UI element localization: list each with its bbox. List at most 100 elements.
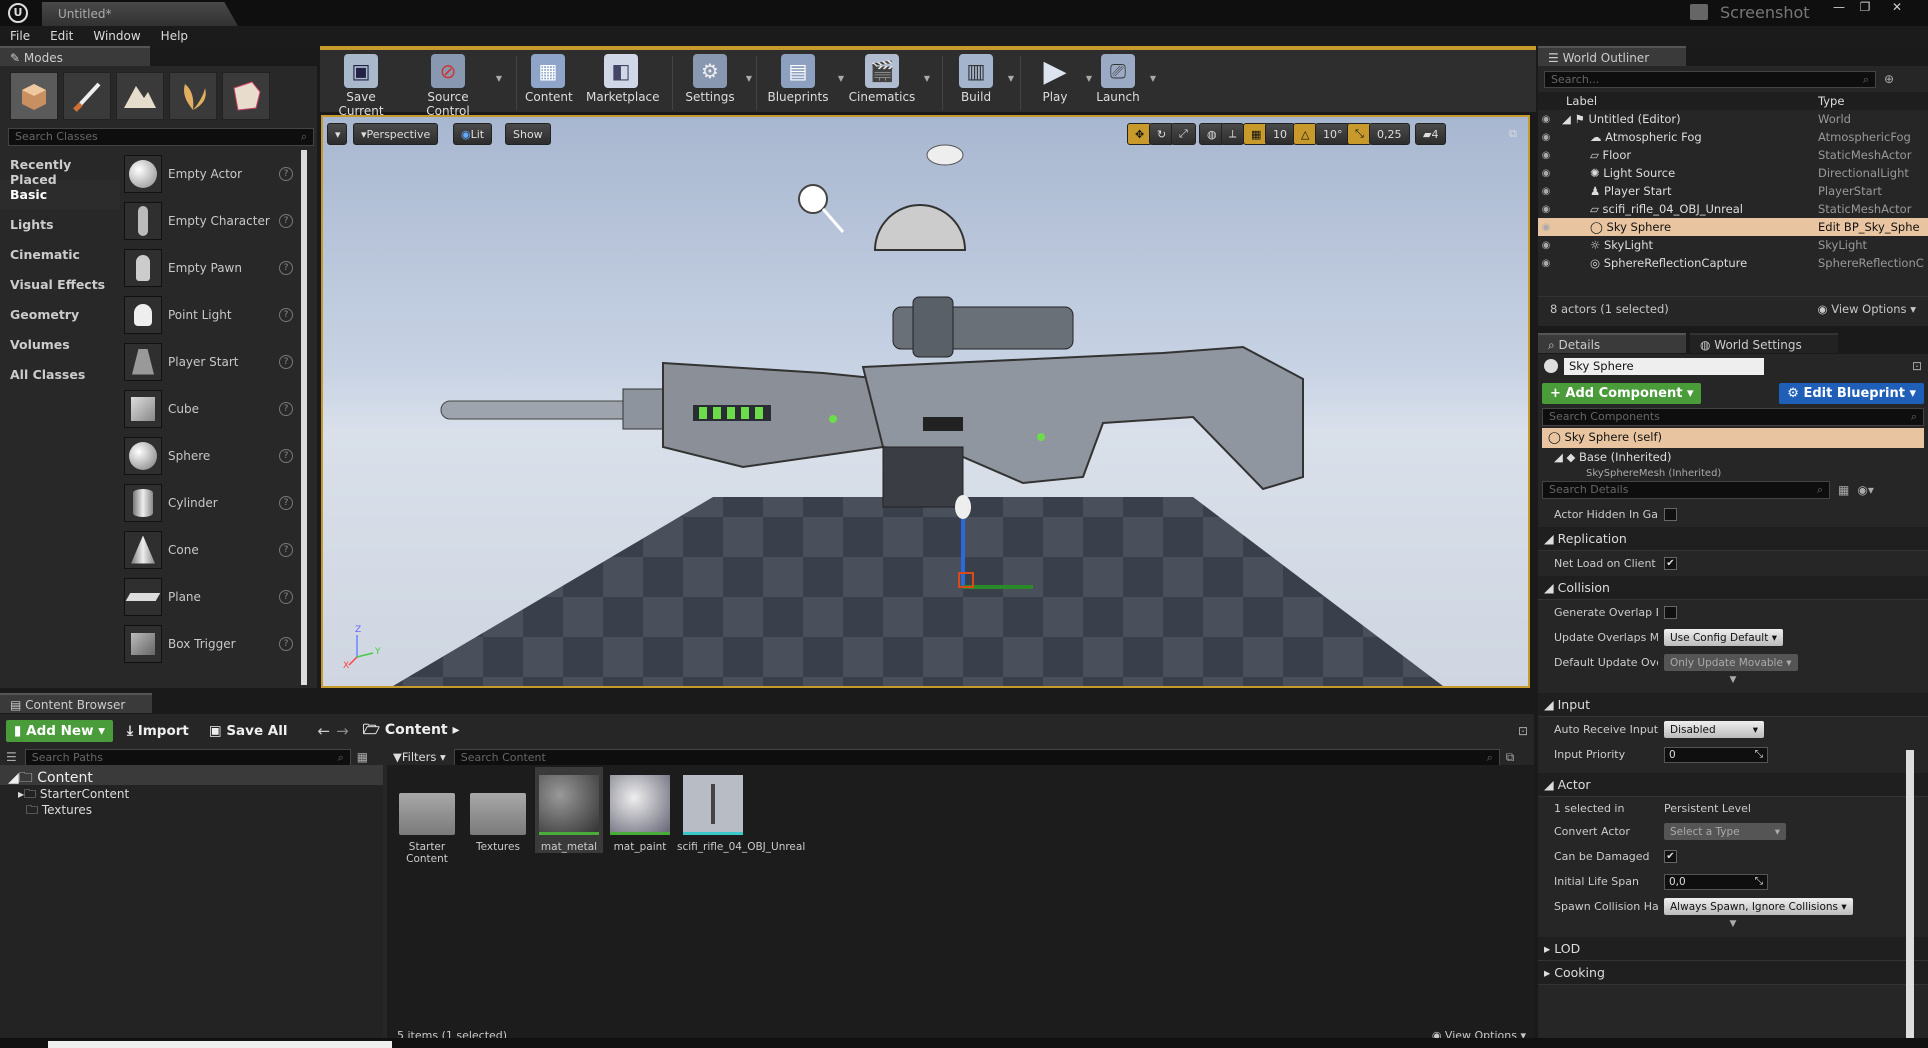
scifi-rifle-mesh[interactable] xyxy=(440,296,1304,508)
category-lights[interactable]: Lights xyxy=(0,210,120,240)
fog-gizmo-icon[interactable] xyxy=(873,204,967,251)
class-sphere[interactable]: Sphere? xyxy=(124,432,299,479)
outliner-row[interactable]: ◉ ◢ ⚑ Untitled (Editor) World xyxy=(1538,110,1928,128)
update-overlaps-dropdown[interactable]: Use Config Default ▾ xyxy=(1664,629,1783,646)
filters-button[interactable]: ▼Filters ▾ xyxy=(393,750,446,764)
outliner-row[interactable]: ◉ ▱ scifi_rifle_04_OBJ_Unreal StaticMeshAc… xyxy=(1538,200,1928,218)
section-lod[interactable]: ▸ LOD xyxy=(1538,937,1928,961)
paint-mode-button[interactable] xyxy=(63,72,111,120)
initial-life-span-field[interactable]: 0,0 ⤡ xyxy=(1664,873,1768,890)
eye-icon[interactable]: ◉ xyxy=(1538,132,1554,143)
document-tab[interactable]: Untitled* xyxy=(42,2,238,26)
skylight-gizmo-icon[interactable] xyxy=(926,144,964,166)
tab-content-browser[interactable]: ▤ Content Browser xyxy=(0,693,152,713)
outliner-search-input[interactable]: Search... ⌕ xyxy=(1544,70,1876,88)
eye-icon[interactable]: ◉ xyxy=(1538,240,1554,251)
help-icon[interactable]: ? xyxy=(279,542,293,557)
add-new-button[interactable]: ▮ Add New ▾ xyxy=(6,720,114,742)
feedback-icon[interactable] xyxy=(1690,4,1708,20)
help-icon[interactable]: ? xyxy=(279,260,293,275)
place-mode-button[interactable] xyxy=(10,72,58,120)
menu-window[interactable]: Window xyxy=(93,29,140,43)
help-icon[interactable]: ? xyxy=(279,166,293,181)
eye-icon[interactable]: ◉ xyxy=(1538,150,1554,161)
component-self[interactable]: ◯ Sky Sphere (self) xyxy=(1542,428,1924,448)
launch-button[interactable]: ⎚ Launch ▼ xyxy=(1094,54,1156,104)
search-components-input[interactable]: Search Components ⌕ xyxy=(1542,408,1924,426)
asset-tile[interactable]: Textures xyxy=(464,767,532,853)
sun-gizmo-icon[interactable] xyxy=(798,184,845,233)
back-arrow-icon[interactable]: ← xyxy=(318,722,331,740)
view-options-button[interactable]: ◉ View Options ▾ xyxy=(1818,302,1916,316)
can-be-damaged-checkbox[interactable]: ✔ xyxy=(1664,850,1677,863)
property-matrix-icon[interactable]: ▦ xyxy=(1838,483,1849,497)
add-actor-icon[interactable]: ⊕ xyxy=(1884,72,1894,86)
settings-button[interactable]: ⚙ Settings ▼ xyxy=(682,54,752,104)
outliner-row[interactable]: ◉ ☼ SkyLight SkyLight xyxy=(1538,236,1928,254)
blueprints-button[interactable]: ▤ Blueprints ▼ xyxy=(766,54,844,104)
help-icon[interactable]: ? xyxy=(279,401,293,416)
class-player-start[interactable]: Player Start? xyxy=(124,338,299,385)
geometry-mode-button[interactable] xyxy=(222,72,270,120)
show-button[interactable]: Show xyxy=(505,123,551,145)
build-button[interactable]: ▥ Build ▼ xyxy=(952,54,1014,104)
help-icon[interactable]: ? xyxy=(279,213,293,228)
eye-icon[interactable]: ◉ xyxy=(1538,168,1554,179)
class-cube[interactable]: Cube? xyxy=(124,385,299,432)
viewport-options-button[interactable]: ▾ xyxy=(327,123,347,145)
tree-item-textures[interactable]: 🗀 Textures xyxy=(0,801,383,817)
asset-tile[interactable]: scifi_rifle_04_OBJ_Unreal xyxy=(677,767,805,853)
search-details-input[interactable]: Search Details ⌕ xyxy=(1542,481,1830,499)
class-empty-character[interactable]: Empty Character? xyxy=(124,197,299,244)
section-cooking[interactable]: ▸ Cooking xyxy=(1538,961,1928,985)
category-visual-effects[interactable]: Visual Effects xyxy=(0,270,120,300)
category-volumes[interactable]: Volumes xyxy=(0,330,120,360)
section-replication[interactable]: ◢ Replication xyxy=(1538,527,1928,551)
outliner-row[interactable]: ◉ ▱ Floor StaticMeshActor xyxy=(1538,146,1928,164)
class-cone[interactable]: Cone? xyxy=(124,526,299,573)
tab-world-outliner[interactable]: ☰ World Outliner xyxy=(1538,46,1686,66)
menu-file[interactable]: File xyxy=(10,29,30,43)
class-empty-actor[interactable]: Empty Actor? xyxy=(124,150,299,197)
classes-scrollbar[interactable] xyxy=(301,150,307,685)
help-icon[interactable]: ? xyxy=(279,589,293,604)
category-all-classes[interactable]: All Classes xyxy=(0,360,120,390)
grid-snap-value[interactable]: 10 xyxy=(1265,123,1295,145)
help-icon[interactable]: ? xyxy=(279,307,293,322)
column-type-header[interactable]: Type xyxy=(1818,94,1928,108)
section-collision[interactable]: ◢ Collision xyxy=(1538,576,1928,600)
close-button[interactable]: ✕ xyxy=(1884,0,1910,16)
asset-tile-selected[interactable]: mat_metal xyxy=(535,767,603,853)
search-classes-input[interactable]: Search Classes ⌕ xyxy=(8,128,314,146)
class-point-light[interactable]: Point Light? xyxy=(124,291,299,338)
save-all-button[interactable]: ▣ Save All xyxy=(209,723,288,739)
path-breadcrumb[interactable]: 🗁 Content ▸ xyxy=(363,719,460,743)
forward-arrow-icon[interactable]: → xyxy=(336,722,349,740)
asset-tile[interactable]: Starter Content xyxy=(393,767,461,865)
lock-icon[interactable]: ⊡ xyxy=(1912,359,1922,373)
spawn-collision-dropdown[interactable]: Always Spawn, Ignore Collisions ▾ xyxy=(1664,898,1853,915)
outliner-row[interactable]: ◉ ♟ Player Start PlayerStart xyxy=(1538,182,1928,200)
generate-overlap-checkbox[interactable] xyxy=(1664,606,1677,619)
rotation-snap-button[interactable]: △ xyxy=(1293,123,1318,145)
marketplace-button[interactable]: ◧ Marketplace xyxy=(586,54,660,104)
eye-icon[interactable]: ◉ xyxy=(1538,222,1554,233)
lit-button[interactable]: ◉ Lit xyxy=(453,123,493,145)
path-options-icon[interactable]: ▦ xyxy=(357,750,368,764)
category-cinematic[interactable]: Cinematic xyxy=(0,240,120,270)
tab-world-settings[interactable]: ◍ World Settings xyxy=(1690,333,1838,353)
tree-item-content[interactable]: ◢🗀 Content xyxy=(0,765,383,786)
class-cylinder[interactable]: Cylinder? xyxy=(124,479,299,526)
eye-icon[interactable]: ◉▾ xyxy=(1857,483,1874,497)
help-icon[interactable]: ? xyxy=(279,495,293,510)
help-icon[interactable]: ? xyxy=(279,636,293,651)
menu-edit[interactable]: Edit xyxy=(50,29,73,43)
play-button[interactable]: ▶ Play ▼ xyxy=(1032,54,1092,105)
eye-icon[interactable]: ◉ xyxy=(1538,114,1554,125)
net-load-checkbox[interactable]: ✔ xyxy=(1664,557,1677,570)
tab-details[interactable]: ⌕ Details xyxy=(1538,333,1686,353)
edit-blueprint-button[interactable]: ⚙ Edit Blueprint ▾ xyxy=(1779,382,1924,404)
column-label-header[interactable]: Label xyxy=(1566,94,1818,108)
input-priority-field[interactable]: 0 ⤡ xyxy=(1664,746,1768,763)
scale-snap-value[interactable]: 0,25 xyxy=(1369,123,1410,145)
